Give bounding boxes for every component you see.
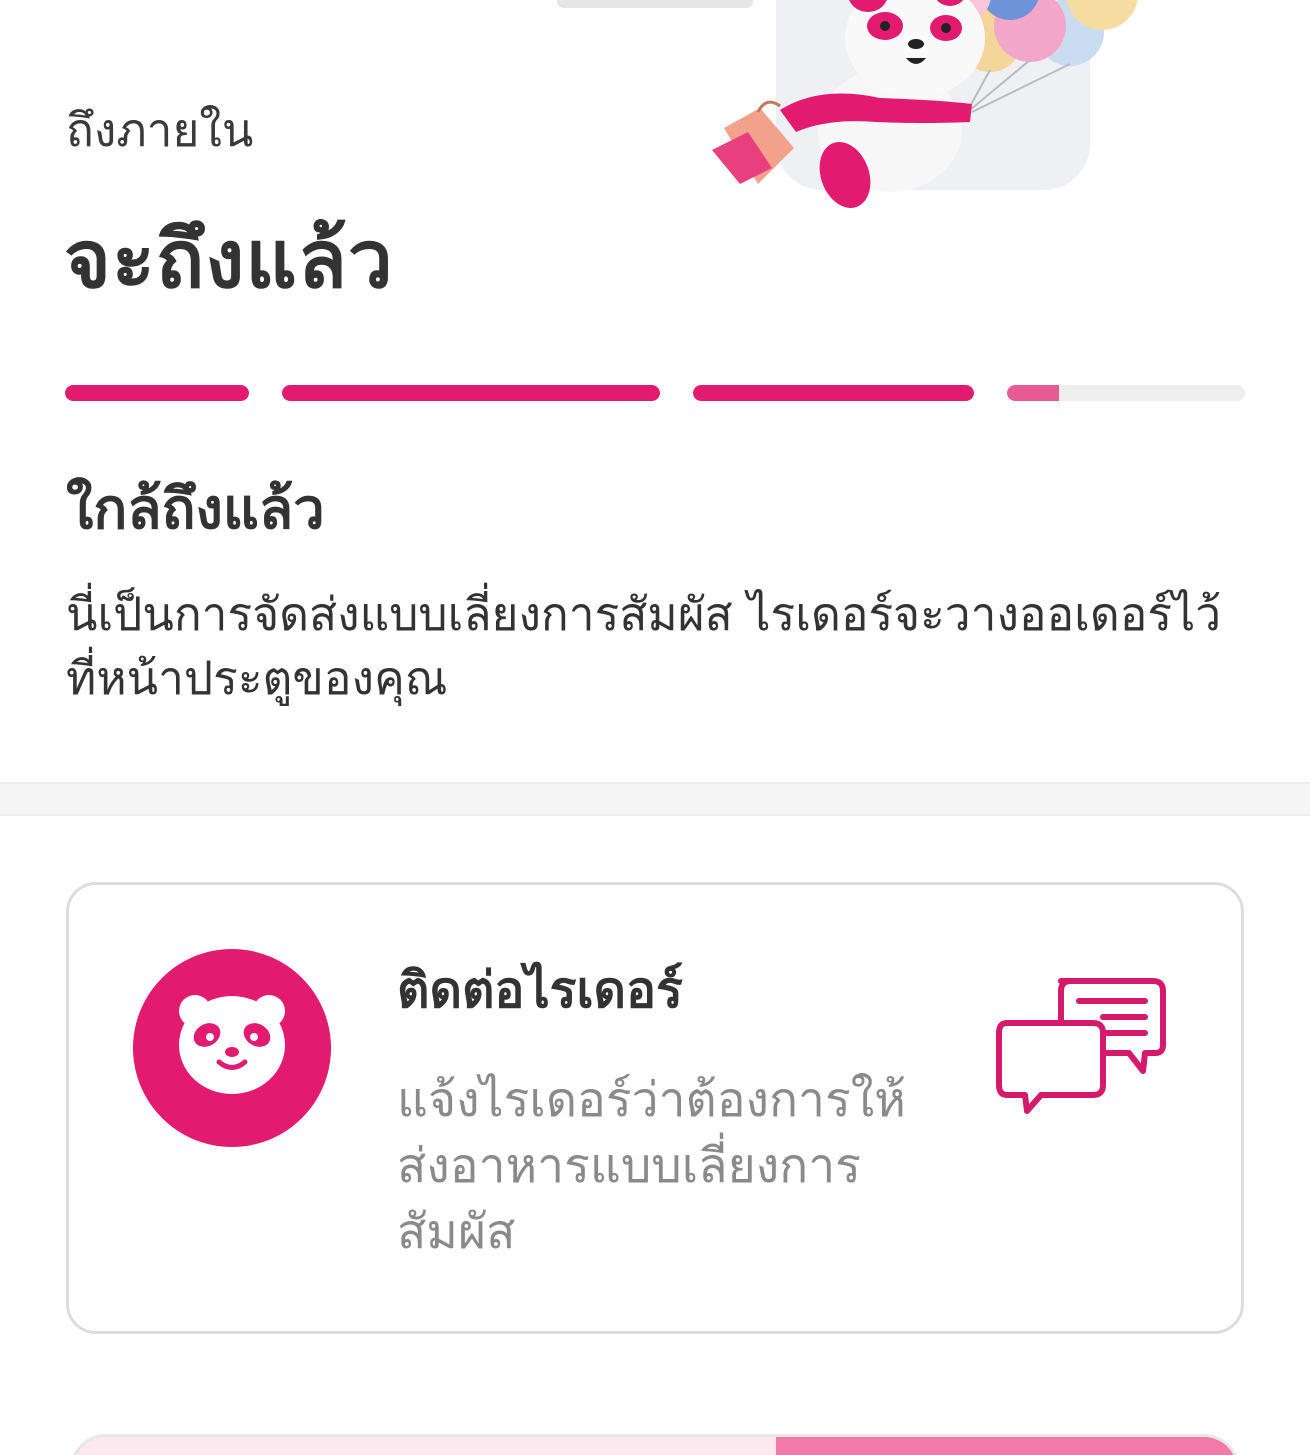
delivery-progress-bar xyxy=(65,385,1245,401)
order-tracking-screen: ถึงภายใน จะถึงแล้ว ใกล้ถึงแล้ว นี่เป็นกา… xyxy=(0,0,1310,1455)
progress-step-fill xyxy=(693,385,974,401)
next-card-peek[interactable] xyxy=(70,1434,1240,1455)
section-divider xyxy=(0,782,1310,816)
panda-logo-icon xyxy=(133,949,331,1147)
eta-value: จะถึงแล้ว xyxy=(64,213,394,306)
progress-step-4 xyxy=(1007,385,1245,401)
contact-rider-card[interactable]: ติดต่อไรเดอร์ แจ้งไรเดอร์ว่าต้องการให้ส่… xyxy=(66,882,1244,1334)
status-title: ใกล้ถึงแล้ว xyxy=(66,477,325,542)
status-description: นี่เป็นการจัดส่งแบบเลี่ยงการสัมผัส ไรเดอ… xyxy=(66,587,1222,705)
progress-step-fill xyxy=(1007,385,1060,401)
progress-step-1 xyxy=(65,385,249,401)
contact-rider-title: ติดต่อไรเดอร์ xyxy=(397,961,683,1019)
progress-step-fill xyxy=(282,385,660,401)
chat-bubbles-icon[interactable] xyxy=(995,977,1170,1117)
panda-balloons-illustration xyxy=(700,0,1150,230)
next-card-accent xyxy=(776,1437,1237,1455)
progress-step-2 xyxy=(282,385,660,401)
eta-label: ถึงภายใน xyxy=(66,103,254,157)
progress-step-fill xyxy=(65,385,249,401)
contact-rider-description: แจ้งไรเดอร์ว่าต้องการให้ส่งอาหารแบบเลี่ย… xyxy=(397,1072,906,1260)
progress-step-3 xyxy=(693,385,974,401)
